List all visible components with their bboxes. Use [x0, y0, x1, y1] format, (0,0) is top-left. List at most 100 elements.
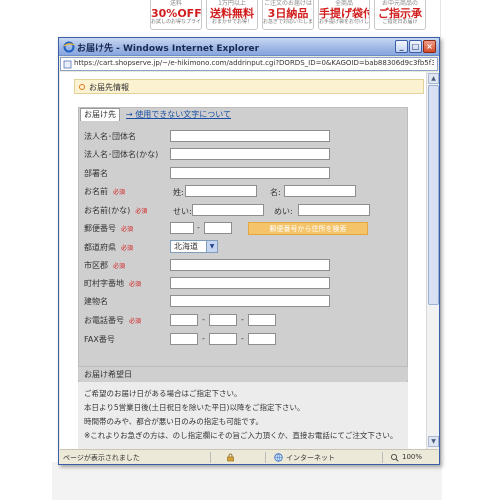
delivery-note: ※これよりお急ぎの方は、のし指定欄にその旨ご入力頂くか、直接お電話にてご注文下さ… [84, 431, 398, 440]
label-building: 建物名 [84, 296, 108, 307]
first-name-kana-input[interactable] [298, 204, 370, 216]
promo-banner[interactable]: ご注文のお届けは 3日納品 お急ぎで対応いたします [262, 0, 314, 30]
street-input[interactable] [170, 277, 330, 289]
promo-banner-headline: 送料無料 [210, 6, 254, 20]
field-label: 町村字番地 [84, 279, 124, 288]
label-phone: お電話番号 必須 [84, 315, 141, 326]
phone-dash: - [241, 315, 244, 324]
background-page-area [52, 462, 442, 500]
fax-area-input[interactable] [170, 333, 198, 345]
last-name-label: 姓: [173, 188, 184, 197]
zoom-icon [390, 453, 399, 462]
delivery-date-header: お届け希望日 [78, 366, 408, 380]
promo-banner-note: ご指定日お届け [382, 18, 418, 25]
label-fax: FAX番号 [84, 334, 115, 345]
label-company-kana: 法人名･団体名(かな) [84, 149, 158, 160]
delivery-note: ご希望のお届け日がある場合はご指定下さい。 [84, 389, 242, 398]
status-text: ページが表示されました [63, 454, 140, 462]
page-icon [63, 60, 72, 69]
fax-dash: - [241, 334, 244, 343]
phone-dash: - [202, 315, 205, 324]
company-name-input[interactable] [170, 130, 330, 142]
promo-banner-headline: ご指示承 [378, 6, 422, 20]
section-title: お届先情報 [89, 83, 129, 92]
close-button[interactable]: × [423, 40, 436, 53]
prefecture-select[interactable]: 北海道 ▼ [170, 240, 218, 253]
fax-last-input[interactable] [248, 333, 276, 345]
last-name-kana-label: せい: [173, 207, 192, 216]
label-street: 町村字番地 必須 [84, 278, 141, 289]
phone-area-input[interactable] [170, 314, 198, 326]
chevron-down-icon: ▼ [206, 241, 217, 252]
window-title: お届け先 - Windows Internet Explorer [77, 44, 260, 54]
zip-search-button[interactable]: 郵便番号から住所を検索 [248, 222, 368, 235]
phone-middle-input[interactable] [209, 314, 237, 326]
promo-banner[interactable]: 1万円以上 送料無料 おまかせでお得！ [206, 0, 258, 30]
field-label: 郵便番号 [84, 224, 116, 233]
globe-icon [274, 453, 283, 462]
field-label: 建物名 [84, 297, 108, 306]
bullet-icon [79, 84, 85, 90]
delivery-note: 時間帯のみや、都合が悪い日のみの指定も可能です。 [84, 417, 264, 426]
background-page-edge [440, 0, 500, 500]
label-department: 部署名 [84, 168, 108, 179]
field-label: 法人名･団体名(かな) [84, 150, 159, 159]
zoom-level[interactable]: 100% [402, 453, 422, 461]
security-zone-label: インターネット [286, 454, 335, 462]
field-label: お名前 [84, 187, 108, 196]
required-mark: 必須 [129, 281, 142, 288]
window-titlebar[interactable]: お届け先 - Windows Internet Explorer _ □ × [59, 38, 439, 56]
department-input[interactable] [170, 167, 330, 179]
city-input[interactable] [170, 259, 330, 271]
address-bar[interactable]: https://cart.shopserve.jp/~/e-hikimono.c… [60, 57, 438, 71]
maximize-button[interactable]: □ [409, 40, 422, 53]
last-name-kana-input[interactable] [192, 204, 264, 216]
page-content: お届先情報 お届け先 → 使用できない文字について 法人名･団体名 法人名･団体… [60, 72, 426, 449]
promo-banner[interactable]: お中元商品の ご指示承 ご指定日お届け [374, 0, 426, 30]
delivery-date-notes: ご希望のお届け日がある場合はご指定下さい。 本日より5営業日後(土日祝日を除いた… [78, 382, 408, 449]
phone-last-input[interactable] [248, 314, 276, 326]
unusable-characters-link[interactable]: → 使用できない文字について [126, 109, 231, 120]
status-divider [382, 452, 383, 463]
promo-banner-note: お手提げ袋をお付けします [319, 18, 370, 25]
building-input[interactable] [170, 295, 330, 307]
label-prefecture: 都道府県 必須 [84, 242, 133, 253]
promo-banner[interactable]: 送料 30%OFF お試しのお得なプライス [150, 0, 202, 30]
status-divider [210, 452, 211, 463]
scrollbar-thumb[interactable] [428, 85, 439, 305]
security-icon [227, 453, 234, 462]
first-name-input[interactable] [284, 185, 356, 197]
field-label: 市区郡 [84, 261, 108, 270]
promo-banner-headline: 3日納品 [267, 6, 309, 20]
zip-second-input[interactable] [204, 222, 232, 234]
promo-banner-note: お急ぎで対応いたします [263, 18, 314, 25]
zip-first-input[interactable] [170, 222, 194, 234]
promo-banner-note: お試しのお得なプライス [151, 18, 202, 25]
tab-delivery-address[interactable]: お届け先 [80, 108, 120, 121]
fax-dash: - [202, 334, 205, 343]
status-bar: ページが表示されました インターネット 100% [60, 449, 438, 464]
promo-banner-note: おまかせでお得！ [211, 18, 252, 25]
vertical-scrollbar[interactable]: ▲ ▼ [426, 72, 439, 449]
status-divider [265, 452, 266, 463]
label-name-kana: お名前(かな) 必須 [84, 205, 147, 216]
field-label: 部署名 [84, 169, 108, 178]
required-mark: 必須 [113, 263, 126, 270]
scroll-up-icon[interactable]: ▲ [428, 73, 439, 84]
promo-banner[interactable]: 全商品 手提げ袋付 お手提げ袋をお付けします [318, 0, 370, 30]
label-company-name: 法人名･団体名 [84, 131, 136, 142]
required-mark: 必須 [135, 208, 148, 215]
required-mark: 必須 [121, 226, 134, 233]
label-name: お名前 必須 [84, 186, 125, 197]
promo-banner-headline: 手提げ袋付 [319, 6, 370, 20]
first-name-label: 名: [270, 188, 281, 197]
delivery-note: 本日より5営業日後(土日祝日を除いた平日)以降をご指定下さい。 [84, 403, 305, 412]
minimize-button[interactable]: _ [395, 40, 408, 53]
fax-middle-input[interactable] [209, 333, 237, 345]
scroll-down-icon[interactable]: ▼ [428, 436, 439, 447]
last-name-input[interactable] [185, 185, 257, 197]
field-label: FAX番号 [84, 335, 115, 344]
company-kana-input[interactable] [170, 148, 330, 160]
ie-logo-icon [63, 41, 75, 53]
promo-banner-headline: 30%OFF [151, 6, 202, 20]
